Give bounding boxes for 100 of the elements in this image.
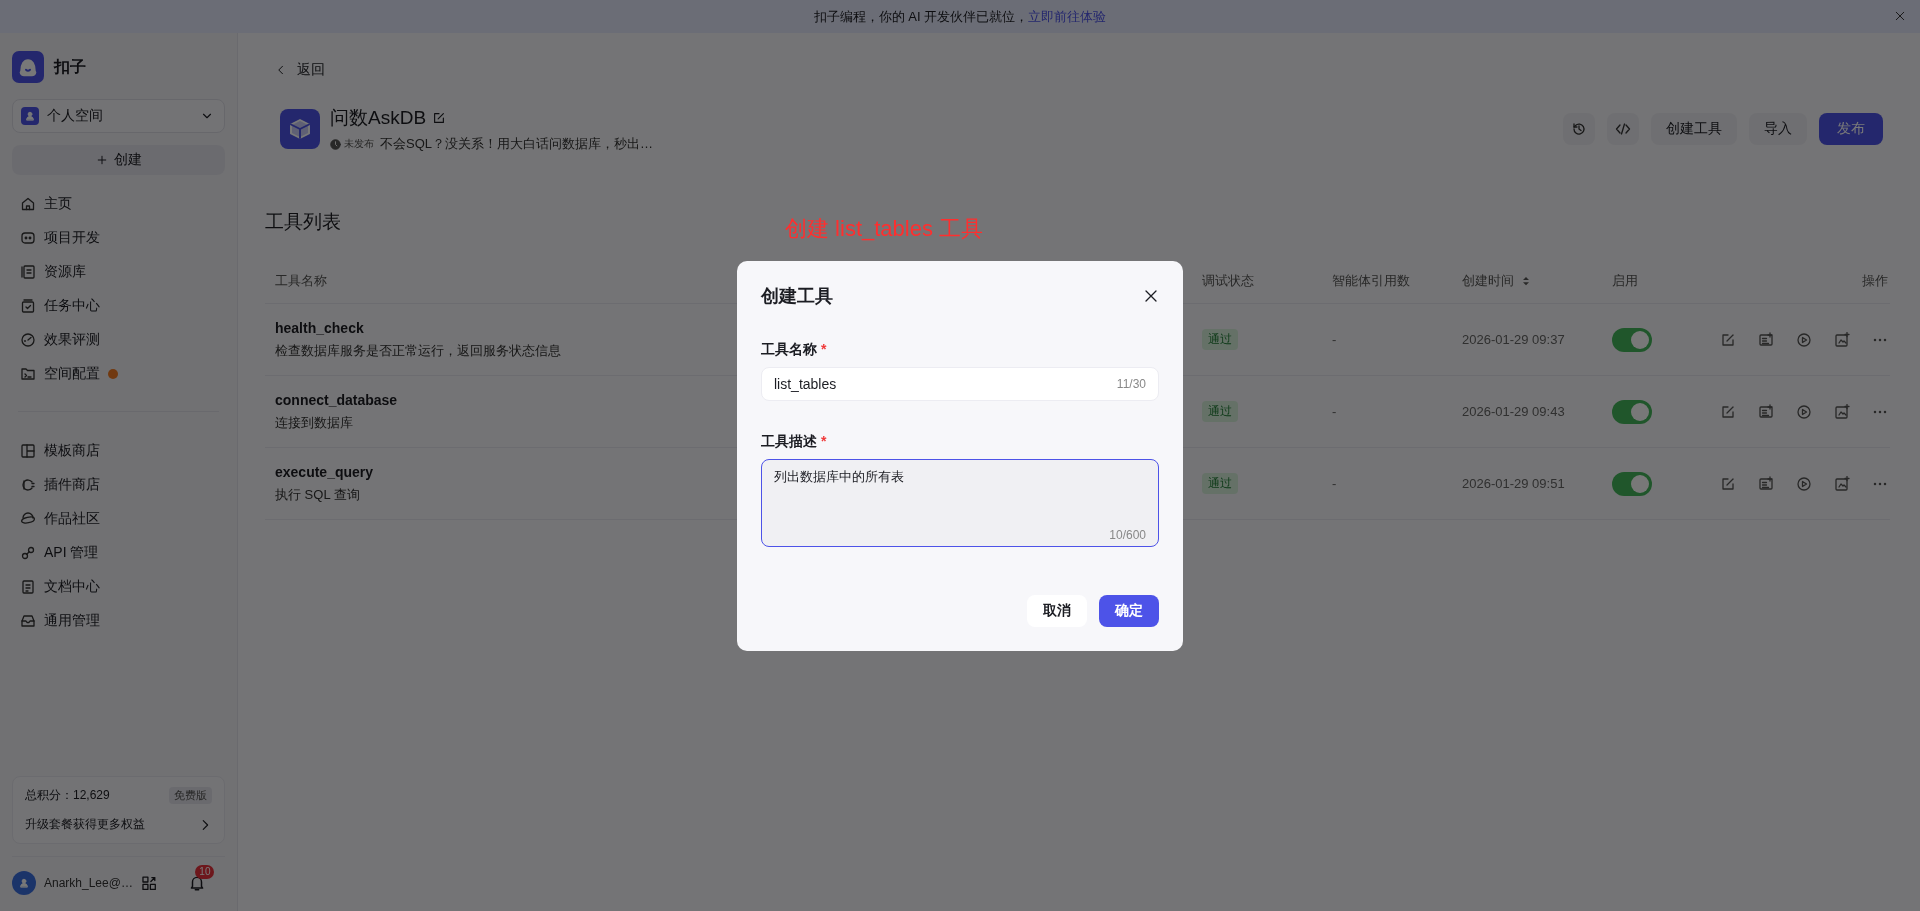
image-plus-icon[interactable] xyxy=(1834,475,1850,492)
nav-item[interactable]: 空间配置 xyxy=(12,357,225,391)
terminal-folder-icon xyxy=(20,366,36,382)
layout-icon xyxy=(20,443,36,459)
required-mark: * xyxy=(821,341,827,359)
edit-icon[interactable] xyxy=(432,111,447,125)
apps-icon[interactable] xyxy=(140,874,157,892)
char-counter: 11/30 xyxy=(1116,377,1146,391)
nav-item[interactable]: 资源库 xyxy=(12,255,225,289)
tool-name: health_check xyxy=(275,319,364,336)
tool-name: execute_query xyxy=(275,463,374,480)
notification-badge: 10 xyxy=(195,865,215,879)
history-button[interactable] xyxy=(1563,113,1595,145)
clock-icon xyxy=(330,138,341,150)
nav-item[interactable]: 作品社区 xyxy=(12,502,225,536)
edit-icon[interactable] xyxy=(1720,475,1736,492)
nav-item[interactable]: 任务中心 xyxy=(12,289,225,323)
play-icon[interactable] xyxy=(1796,331,1812,348)
banner-text: 扣子编程，你的 AI 开发伙伴已就位， xyxy=(813,7,1029,26)
column-header: 启用 xyxy=(1612,272,1638,290)
space-dropdown[interactable]: 个人空间 xyxy=(12,99,225,133)
nav-item[interactable]: 插件商店 xyxy=(12,468,225,502)
table-cell: 2026-01-29 09:43 xyxy=(1462,404,1565,419)
section-title: 工具列表 xyxy=(265,210,341,234)
status-tag: 通过 xyxy=(1202,473,1238,494)
code-button[interactable] xyxy=(1607,113,1639,145)
link-icon xyxy=(20,545,36,561)
confirm-button[interactable]: 确定 xyxy=(1099,595,1159,627)
list-plus-icon[interactable] xyxy=(1758,403,1774,420)
upgrade-link[interactable]: 升级套餐获得更多权益 xyxy=(25,816,145,833)
publish-status: 未发布 xyxy=(330,137,374,151)
user-name[interactable]: Anarkh_Lee@… xyxy=(44,876,133,890)
gauge-icon xyxy=(20,332,36,348)
annotation-text: 创建 list_tables 工具 xyxy=(785,215,984,243)
person-icon xyxy=(24,110,36,122)
document-icon xyxy=(20,579,36,595)
person-icon xyxy=(18,877,30,889)
play-icon[interactable] xyxy=(1796,475,1812,492)
tool-name: connect_database xyxy=(275,391,398,408)
nav-item[interactable]: 通用管理 xyxy=(12,604,225,638)
book-icon xyxy=(20,264,36,280)
table-cell: - xyxy=(1332,332,1337,347)
edit-icon[interactable] xyxy=(1720,331,1736,348)
status-tag: 通过 xyxy=(1202,329,1238,350)
cancel-button[interactable]: 取消 xyxy=(1027,595,1087,627)
column-header: 操作 xyxy=(1862,272,1888,290)
app-logo[interactable] xyxy=(12,51,44,83)
toggle-switch[interactable] xyxy=(1612,471,1652,496)
cube-icon xyxy=(288,117,312,141)
name-input[interactable]: list_tables 11/30 xyxy=(761,367,1159,401)
nav-item[interactable]: 文档中心 xyxy=(12,570,225,604)
task-icon xyxy=(20,298,36,314)
nav-item[interactable]: 主页 xyxy=(12,187,225,221)
user-avatar[interactable] xyxy=(12,871,36,895)
banner-link[interactable]: 立即前往体验 xyxy=(1028,7,1107,26)
robot-face-icon xyxy=(20,230,36,246)
app-title: 问数AskDB xyxy=(330,106,427,130)
nav-item[interactable]: API 管理 xyxy=(12,536,225,570)
create-button[interactable]: 创建 xyxy=(12,145,225,175)
edit-icon[interactable] xyxy=(1720,403,1736,420)
back-link[interactable]: 返回 xyxy=(275,59,325,81)
image-plus-icon[interactable] xyxy=(1834,403,1850,420)
close-icon[interactable] xyxy=(1143,288,1159,304)
history-icon xyxy=(1571,121,1587,137)
dialog-title: 创建工具 xyxy=(761,285,833,308)
description-textarea[interactable]: 列出数据库中的所有表 10/600 xyxy=(761,459,1159,547)
column-header: 智能体引用数 xyxy=(1332,272,1410,290)
column-header: 调试状态 xyxy=(1202,272,1254,290)
status-tag: 通过 xyxy=(1202,401,1238,422)
ghost-icon xyxy=(17,56,39,78)
action-button[interactable]: 导入 xyxy=(1749,113,1807,145)
field-label: 工具描述 xyxy=(761,433,817,451)
tool-description: 检查数据库服务是否正常运行，返回服务状态信息 xyxy=(275,341,561,360)
toggle-switch[interactable] xyxy=(1612,327,1652,352)
list-plus-icon[interactable] xyxy=(1758,331,1774,348)
action-button[interactable]: 创建工具 xyxy=(1651,113,1737,145)
column-header[interactable]: 创建时间 xyxy=(1462,272,1514,290)
char-counter: 10/600 xyxy=(1109,528,1146,542)
table-cell: 2026-01-29 09:51 xyxy=(1462,476,1565,491)
table-cell: 2026-01-29 09:37 xyxy=(1462,332,1565,347)
nav-item[interactable]: 模板商店 xyxy=(12,434,225,468)
field-label: 工具名称 xyxy=(761,341,817,359)
brand-name: 扣子 xyxy=(54,56,86,77)
sort-icon xyxy=(1520,275,1532,287)
toggle-switch[interactable] xyxy=(1612,399,1652,424)
nav-item[interactable]: 效果评测 xyxy=(12,323,225,357)
nav-item[interactable]: 项目开发 xyxy=(12,221,225,255)
table-cell: - xyxy=(1332,404,1337,419)
app-description: 不会SQL？没关系！用大白话问数据库，秒出… xyxy=(380,135,653,153)
required-mark: * xyxy=(821,433,827,451)
plus-icon xyxy=(95,154,108,166)
code-icon xyxy=(1615,121,1631,137)
points-total: 总积分：12,629 xyxy=(25,787,110,804)
column-header: 工具名称 xyxy=(275,272,327,290)
publish-button[interactable]: 发布 xyxy=(1819,113,1883,145)
play-icon[interactable] xyxy=(1796,403,1812,420)
table-cell: - xyxy=(1332,476,1337,491)
planet-icon xyxy=(20,511,36,527)
image-plus-icon[interactable] xyxy=(1834,331,1850,348)
list-plus-icon[interactable] xyxy=(1758,475,1774,492)
